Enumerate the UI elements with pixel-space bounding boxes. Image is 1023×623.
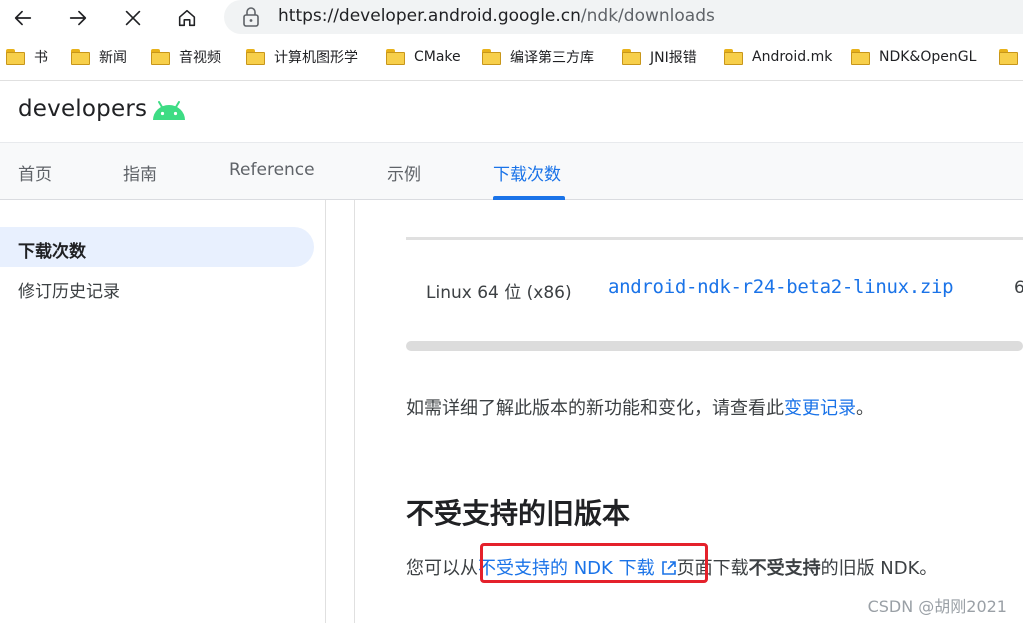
active-tab-indicator	[493, 196, 565, 200]
section-heading: 不受支持的旧版本	[406, 497, 631, 530]
folder-icon	[999, 49, 1019, 65]
folder-icon	[386, 49, 406, 65]
ndk-download-link[interactable]: android-ndk-r24-beta2-linux.zip	[608, 276, 954, 298]
bookmark-label: 新闻	[99, 50, 127, 66]
bookmark-item[interactable]: 新闻	[71, 44, 127, 70]
folder-icon	[71, 49, 91, 65]
forward-arrow-icon	[69, 10, 87, 26]
watermark: CSDN @胡刚2021	[867, 597, 1007, 616]
url-text[interactable]: https://developer.android.google.cn/ndk/…	[278, 4, 715, 28]
folder-icon	[724, 49, 744, 65]
paragraph-text: 如需详细了解此版本的新功能和变化，请查看此	[406, 398, 784, 419]
tab-home[interactable]: 首页	[18, 160, 52, 185]
android-robot-icon[interactable]	[151, 99, 187, 121]
paragraph-text: 。	[856, 398, 874, 419]
folder-icon	[851, 49, 871, 65]
site-logo-text[interactable]: developers	[18, 96, 147, 122]
sidebar-divider	[325, 200, 326, 623]
sidebar-item-downloads[interactable]: 下载次数	[18, 237, 86, 262]
lock-icon[interactable]	[242, 6, 260, 28]
bookmark-item[interactable]: 音视频	[151, 44, 221, 70]
table-border	[406, 237, 1023, 240]
home-icon	[178, 9, 196, 27]
bookmark-item[interactable]: NDK&OpenGL	[851, 44, 976, 70]
url-path: /ndk/downloads	[580, 6, 715, 26]
folder-icon	[622, 49, 642, 65]
forward-button[interactable]	[63, 3, 93, 33]
stop-button[interactable]	[118, 3, 148, 33]
home-button[interactable]	[172, 3, 202, 33]
release-notes-paragraph: 如需详细了解此版本的新功能和变化，请查看此变更记录。	[406, 394, 874, 420]
folder-icon	[482, 49, 502, 65]
platform-cell: Linux 64 位 (x86)	[426, 283, 572, 303]
size-cell: 6	[1014, 278, 1023, 298]
changelog-link[interactable]: 变更记录	[784, 398, 856, 419]
folder-icon	[246, 49, 266, 65]
bookmark-label: 音视频	[179, 50, 221, 66]
bookmark-item[interactable]: JNI报错	[622, 44, 697, 70]
bookmark-label: 计算机图形学	[274, 50, 358, 66]
bookmark-label: JNI报错	[650, 50, 697, 66]
bookmark-item[interactable]: CMake	[386, 44, 461, 70]
horizontal-scrollbar[interactable]	[406, 341, 1023, 351]
close-icon	[125, 10, 141, 26]
tab-samples[interactable]: 示例	[387, 160, 421, 185]
bookmark-label: 书	[34, 50, 48, 66]
bookmark-item[interactable]: 书	[6, 44, 48, 70]
bookmark-item[interactable]: Android.mk	[724, 44, 832, 70]
url-host: https://developer.android.google.cn	[278, 6, 581, 26]
tab-reference[interactable]: Reference	[229, 160, 315, 180]
folder-icon	[151, 49, 171, 65]
back-arrow-icon	[14, 10, 32, 26]
content-divider	[354, 200, 355, 623]
divider	[0, 80, 1023, 81]
bookmark-item-overflow[interactable]	[999, 44, 1019, 70]
red-annotation-box	[480, 543, 708, 583]
tab-downloads[interactable]: 下载次数	[493, 160, 561, 185]
bookmark-label: 编译第三方库	[510, 50, 594, 66]
back-button[interactable]	[8, 3, 38, 33]
paragraph-text: 的旧版 NDK。	[820, 558, 938, 579]
bookmark-item[interactable]: 编译第三方库	[482, 44, 594, 70]
bookmark-label: NDK&OpenGL	[879, 49, 977, 65]
bookmark-label: CMake	[414, 49, 461, 65]
bookmark-label: Android.mk	[752, 49, 833, 65]
bookmark-item[interactable]: 计算机图形学	[246, 44, 358, 70]
folder-icon	[6, 49, 26, 65]
paragraph-text: 您可以从	[406, 558, 478, 579]
paragraph-bold-text: 不受支持	[748, 558, 821, 579]
sidebar-item-revision-history[interactable]: 修订历史记录	[18, 277, 120, 302]
tab-guide[interactable]: 指南	[123, 160, 157, 185]
